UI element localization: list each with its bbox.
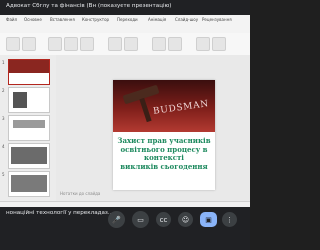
present-icon[interactable]: ▣ bbox=[200, 212, 217, 227]
bold-icon[interactable] bbox=[64, 37, 78, 51]
current-slide: BUDSMAN Захист прав учасників освітнього… bbox=[113, 80, 215, 190]
ombudsman-word: BUDSMAN bbox=[152, 99, 210, 117]
shapes-icon[interactable] bbox=[152, 37, 166, 51]
tab-review[interactable]: Рецензування bbox=[202, 17, 232, 22]
slide-thumbnail[interactable]: 1 bbox=[2, 59, 50, 85]
italic-icon[interactable] bbox=[80, 37, 94, 51]
tab-insert[interactable]: Вставлення bbox=[50, 17, 75, 22]
font-icon[interactable] bbox=[48, 37, 62, 51]
captions-icon[interactable]: cc bbox=[156, 212, 171, 227]
tab-file[interactable]: Файл bbox=[6, 17, 17, 22]
ribbon-tools bbox=[0, 33, 250, 56]
more-icon[interactable]: ⋮ bbox=[222, 212, 237, 227]
tab-slideshow[interactable]: Слайд-шоу bbox=[175, 17, 198, 22]
mic-icon[interactable]: 🎤 bbox=[108, 211, 125, 228]
camera-icon[interactable]: ▭ bbox=[132, 211, 149, 228]
tab-transitions[interactable]: Переходи bbox=[117, 17, 138, 22]
align-icon[interactable] bbox=[108, 37, 122, 51]
tab-design[interactable]: Конструктор bbox=[82, 17, 109, 22]
new-slide-icon[interactable] bbox=[22, 37, 36, 51]
meet-header: Адвокат Сбглу та фінансів (Вн (показуєте… bbox=[0, 0, 250, 15]
slide-thumbnail[interactable]: 4 bbox=[2, 143, 50, 169]
slide-thumbnails: 1 2 3 4 5 bbox=[0, 55, 57, 201]
slide-thumbnail[interactable]: 2 bbox=[2, 87, 50, 113]
emoji-icon[interactable]: ☺ bbox=[178, 212, 193, 227]
notes-pane[interactable]: Нотатки до слайда bbox=[60, 191, 100, 196]
slide-thumbnail[interactable]: 5 bbox=[2, 171, 50, 197]
paste-icon[interactable] bbox=[6, 37, 20, 51]
tab-animations[interactable]: Анімація bbox=[148, 17, 166, 22]
meeting-controls: нонаційні технології у перекладаз... 🎤 ▭… bbox=[0, 207, 250, 250]
slide-thumbnail[interactable]: 3 bbox=[2, 115, 50, 141]
designer-icon[interactable] bbox=[212, 37, 226, 51]
find-icon[interactable] bbox=[196, 37, 210, 51]
slide-title: Захист прав учасників освітнього процесу… bbox=[117, 136, 211, 171]
arrange-icon[interactable] bbox=[168, 37, 182, 51]
tab-home[interactable]: Основне bbox=[24, 17, 42, 22]
meeting-title: нонаційні технології у перекладаз... bbox=[6, 210, 114, 216]
ombudsman-image: BUDSMAN bbox=[113, 80, 215, 132]
gavel-handle bbox=[139, 97, 152, 123]
presentation-title: Адвокат Сбглу та фінансів (Вн (показуєте… bbox=[6, 3, 172, 9]
ribbon-tabs: Файл Основне Вставлення Конструктор Пере… bbox=[0, 15, 250, 34]
bullets-icon[interactable] bbox=[124, 37, 138, 51]
